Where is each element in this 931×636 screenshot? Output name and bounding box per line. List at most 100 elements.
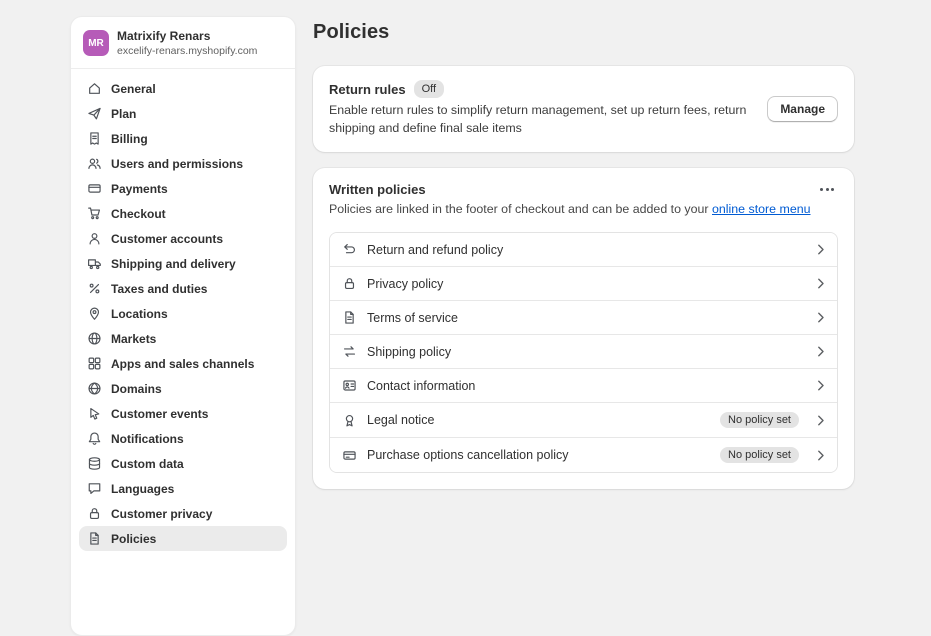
legal-icon bbox=[342, 413, 357, 428]
written-policies-title: Written policies bbox=[329, 182, 811, 197]
sidebar-item-taxes-and-duties[interactable]: Taxes and duties bbox=[79, 276, 287, 301]
store-avatar-initials: MR bbox=[88, 38, 104, 49]
store-header[interactable]: MR Matrixify Renars excelify-renars.mysh… bbox=[71, 17, 295, 69]
sidebar-item-general[interactable]: General bbox=[79, 76, 287, 101]
sidebar-item-shipping-and-delivery[interactable]: Shipping and delivery bbox=[79, 251, 287, 276]
chat-icon bbox=[87, 481, 102, 496]
sidebar-item-label: Apps and sales channels bbox=[111, 357, 254, 371]
policy-label: Privacy policy bbox=[367, 277, 807, 291]
policy-row-terms-of-service[interactable]: Terms of service bbox=[330, 300, 837, 334]
sidebar-item-label: General bbox=[111, 82, 156, 96]
policy-status-badge: No policy set bbox=[720, 447, 799, 463]
sidebar-item-label: Checkout bbox=[111, 207, 166, 221]
store-avatar: MR bbox=[83, 30, 109, 56]
contact-icon bbox=[342, 378, 357, 393]
sidebar-item-customer-events[interactable]: Customer events bbox=[79, 401, 287, 426]
sidebar-item-payments[interactable]: Payments bbox=[79, 176, 287, 201]
sidebar-item-customer-accounts[interactable]: Customer accounts bbox=[79, 226, 287, 251]
return-rules-card: Return rules Off Enable return rules to … bbox=[313, 66, 854, 152]
sidebar-item-plan[interactable]: Plan bbox=[79, 101, 287, 126]
settings-sidebar: MR Matrixify Renars excelify-renars.mysh… bbox=[70, 16, 296, 636]
sidebar-item-billing[interactable]: Billing bbox=[79, 126, 287, 151]
policy-row-privacy-policy[interactable]: Privacy policy bbox=[330, 266, 837, 300]
policy-label: Return and refund policy bbox=[367, 243, 807, 257]
domains-icon bbox=[87, 381, 102, 396]
return-rules-description: Enable return rules to simplify return m… bbox=[329, 102, 751, 138]
person-icon bbox=[87, 231, 102, 246]
return-rules-content: Return rules Off Enable return rules to … bbox=[329, 80, 751, 138]
document-icon bbox=[87, 531, 102, 546]
chevron-right-icon bbox=[817, 278, 825, 289]
plan-icon bbox=[87, 106, 102, 121]
sidebar-item-policies[interactable]: Policies bbox=[79, 526, 287, 551]
online-store-menu-link[interactable]: online store menu bbox=[712, 202, 811, 216]
policy-row-purchase-options-cancellation-policy[interactable]: Purchase options cancellation policy No p… bbox=[330, 437, 837, 472]
bell-icon bbox=[87, 431, 102, 446]
sidebar-item-languages[interactable]: Languages bbox=[79, 476, 287, 501]
return-rules-status-badge: Off bbox=[414, 80, 444, 98]
sidebar-item-label: Plan bbox=[111, 107, 136, 121]
truck-icon bbox=[87, 256, 102, 271]
chevron-right-icon bbox=[817, 346, 825, 357]
written-policies-header: Written policies Policies are linked in … bbox=[329, 182, 838, 219]
checkout-icon bbox=[87, 206, 102, 221]
sidebar-item-label: Languages bbox=[111, 482, 174, 496]
chevron-right-icon bbox=[817, 450, 825, 461]
sidebar-item-label: Notifications bbox=[111, 432, 184, 446]
policy-label: Purchase options cancellation policy bbox=[367, 448, 710, 462]
sidebar-item-label: Locations bbox=[111, 307, 168, 321]
sidebar-item-label: Markets bbox=[111, 332, 156, 346]
chevron-right-icon bbox=[817, 312, 825, 323]
sidebar-item-label: Customer events bbox=[111, 407, 208, 421]
return-icon bbox=[342, 242, 357, 257]
written-policies-description-text: Policies are linked in the footer of che… bbox=[329, 202, 709, 216]
database-icon bbox=[87, 456, 102, 471]
policy-row-shipping-policy[interactable]: Shipping policy bbox=[330, 334, 837, 368]
pin-icon bbox=[87, 306, 102, 321]
sidebar-item-custom-data[interactable]: Custom data bbox=[79, 451, 287, 476]
chevron-right-icon bbox=[817, 415, 825, 426]
lock-icon bbox=[87, 506, 102, 521]
sidebar-item-label: Users and permissions bbox=[111, 157, 243, 171]
cursor-icon bbox=[87, 406, 102, 421]
manage-button[interactable]: Manage bbox=[767, 96, 838, 122]
policy-row-legal-notice[interactable]: Legal noticeNo policy set bbox=[330, 402, 837, 437]
more-actions-button[interactable] bbox=[816, 182, 838, 197]
store-name: Matrixify Renars bbox=[117, 29, 257, 44]
store-domain: excelify-renars.myshopify.com bbox=[117, 45, 257, 57]
sidebar-item-label: Domains bbox=[111, 382, 162, 396]
users-icon bbox=[87, 156, 102, 171]
sidebar-item-label: Customer privacy bbox=[111, 507, 212, 521]
sidebar-item-label: Payments bbox=[111, 182, 168, 196]
sidebar-item-label: Custom data bbox=[111, 457, 184, 471]
horizontal-dots-icon bbox=[820, 188, 823, 191]
policy-row-contact-information[interactable]: Contact information bbox=[330, 368, 837, 402]
policy-list: Return and refund policy Privacy policy Te… bbox=[329, 232, 838, 473]
sidebar-item-domains[interactable]: Domains bbox=[79, 376, 287, 401]
payments-icon bbox=[87, 181, 102, 196]
return-rules-title: Return rules bbox=[329, 82, 406, 97]
chevron-right-icon bbox=[817, 380, 825, 391]
sidebar-item-notifications[interactable]: Notifications bbox=[79, 426, 287, 451]
page-title: Policies bbox=[313, 21, 854, 44]
sidebar-item-users-and-permissions[interactable]: Users and permissions bbox=[79, 151, 287, 176]
policy-label: Terms of service bbox=[367, 311, 807, 325]
card-icon bbox=[342, 448, 357, 463]
policy-row-return-and-refund-policy[interactable]: Return and refund policy bbox=[330, 233, 837, 266]
sidebar-item-customer-privacy[interactable]: Customer privacy bbox=[79, 501, 287, 526]
sidebar-item-markets[interactable]: Markets bbox=[79, 326, 287, 351]
chevron-right-icon bbox=[817, 244, 825, 255]
policy-label: Contact information bbox=[367, 379, 807, 393]
sidebar-item-label: Policies bbox=[111, 532, 156, 546]
sidebar-item-label: Customer accounts bbox=[111, 232, 223, 246]
billing-icon bbox=[87, 131, 102, 146]
policy-label: Legal notice bbox=[367, 413, 710, 427]
written-policies-card: Written policies Policies are linked in … bbox=[313, 168, 854, 489]
sidebar-item-apps-and-sales-channels[interactable]: Apps and sales channels bbox=[79, 351, 287, 376]
grid-icon bbox=[87, 356, 102, 371]
sidebar-item-checkout[interactable]: Checkout bbox=[79, 201, 287, 226]
policy-label: Shipping policy bbox=[367, 345, 807, 359]
sidebar-item-locations[interactable]: Locations bbox=[79, 301, 287, 326]
sidebar-item-label: Billing bbox=[111, 132, 148, 146]
document-icon bbox=[342, 310, 357, 325]
